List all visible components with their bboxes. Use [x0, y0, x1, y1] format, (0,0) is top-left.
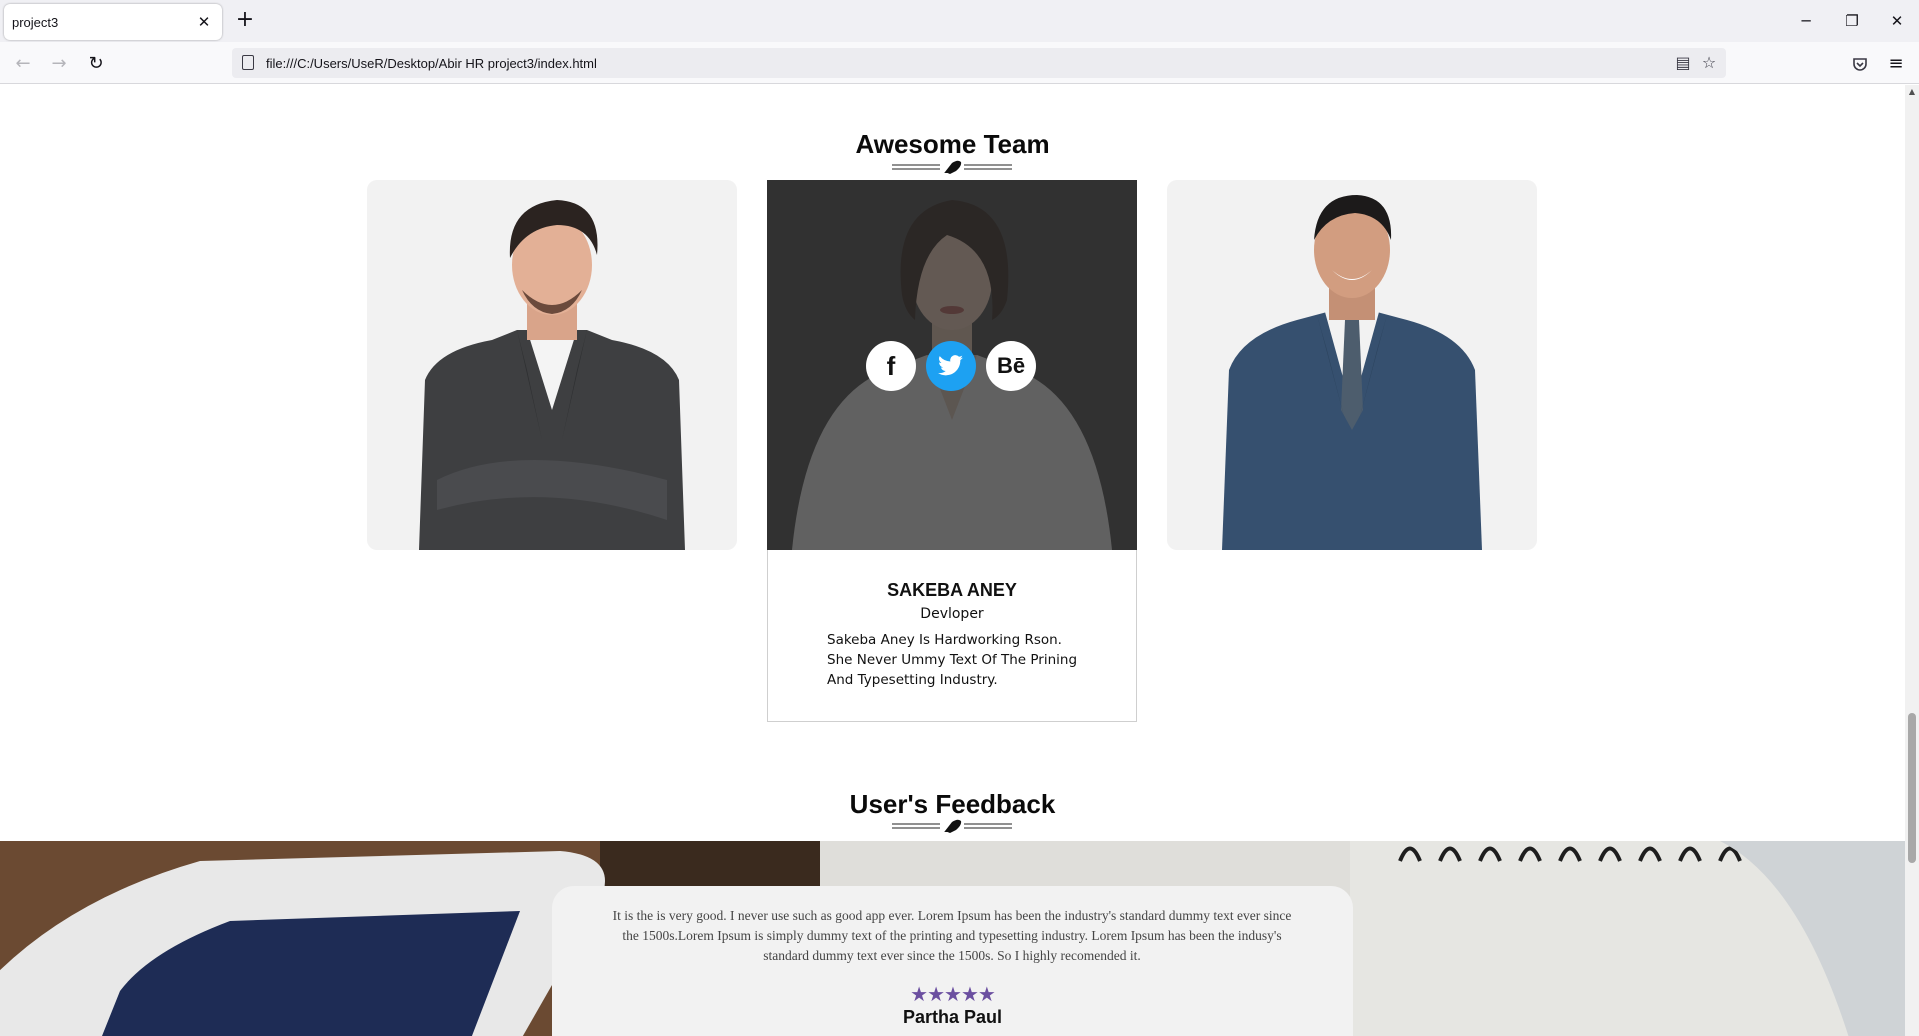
forward-arrow-icon[interactable]: →	[46, 51, 72, 77]
browser-tab[interactable]: project3 ✕	[4, 4, 222, 40]
tab-bar: project3 ✕ + ─ ❐ ✕	[0, 0, 1919, 42]
pocket-icon[interactable]	[1847, 51, 1873, 77]
rocket-divider-icon	[892, 160, 1012, 174]
window-close-button[interactable]: ✕	[1883, 8, 1911, 34]
vertical-scrollbar[interactable]: ▲	[1905, 85, 1919, 1036]
restore-button[interactable]: ❐	[1838, 8, 1866, 34]
url-bar[interactable]: file:///C:/Users/UseR/Desktop/Abir HR pr…	[232, 48, 1726, 78]
team-member-photo	[1222, 195, 1482, 550]
scrollbar-thumb[interactable]	[1908, 713, 1916, 863]
scroll-up-arrow-icon[interactable]: ▲	[1905, 85, 1919, 99]
page-viewport: Awesome Team f Bē SAKEBA ANEY Devloper S…	[0, 85, 1905, 1036]
member-bio: Sakeba Aney Is Hardworking Rson. She Nev…	[827, 632, 1078, 688]
rating-stars-icon: ★★★★★	[910, 982, 996, 1006]
team-member-info: SAKEBA ANEY Devloper Sakeba Aney Is Hard…	[767, 550, 1137, 722]
reader-view-icon[interactable]: ▤	[1672, 52, 1694, 74]
tab-title: project3	[12, 15, 59, 30]
menu-icon[interactable]: ≡	[1883, 51, 1909, 77]
new-tab-button[interactable]: +	[234, 9, 256, 32]
navigation-bar: ← → ↻ file:///C:/Users/UseR/Desktop/Abir…	[0, 42, 1919, 84]
twitter-icon[interactable]	[926, 341, 976, 391]
page-icon	[242, 55, 254, 70]
url-text[interactable]: file:///C:/Users/UseR/Desktop/Abir HR pr…	[266, 56, 597, 71]
member-role: Devloper	[920, 606, 984, 622]
facebook-icon[interactable]: f	[866, 341, 916, 391]
team-card-active[interactable]: f Bē	[767, 180, 1137, 550]
team-card[interactable]	[1167, 180, 1537, 550]
feedback-section-title: User's Feedback	[849, 789, 1056, 819]
behance-icon[interactable]: Bē	[986, 341, 1036, 391]
reload-icon[interactable]: ↻	[83, 51, 109, 77]
bookmark-star-icon[interactable]: ☆	[1698, 52, 1720, 74]
reviewer-name: Partha Paul	[902, 1007, 1003, 1027]
feedback-card: It is the is very good. I never use such…	[552, 886, 1353, 1036]
team-member-photo	[419, 200, 685, 550]
minimize-button[interactable]: ─	[1792, 8, 1820, 34]
team-card[interactable]	[367, 180, 737, 550]
member-name: SAKEBA ANEY	[887, 580, 1017, 600]
tab-close-icon[interactable]: ✕	[194, 12, 214, 32]
rocket-divider-icon	[892, 819, 1012, 833]
back-arrow-icon[interactable]: ←	[10, 51, 36, 77]
feedback-text: It is the is very good. I never use such…	[612, 908, 1292, 963]
team-section-title: Awesome Team	[855, 129, 1050, 159]
